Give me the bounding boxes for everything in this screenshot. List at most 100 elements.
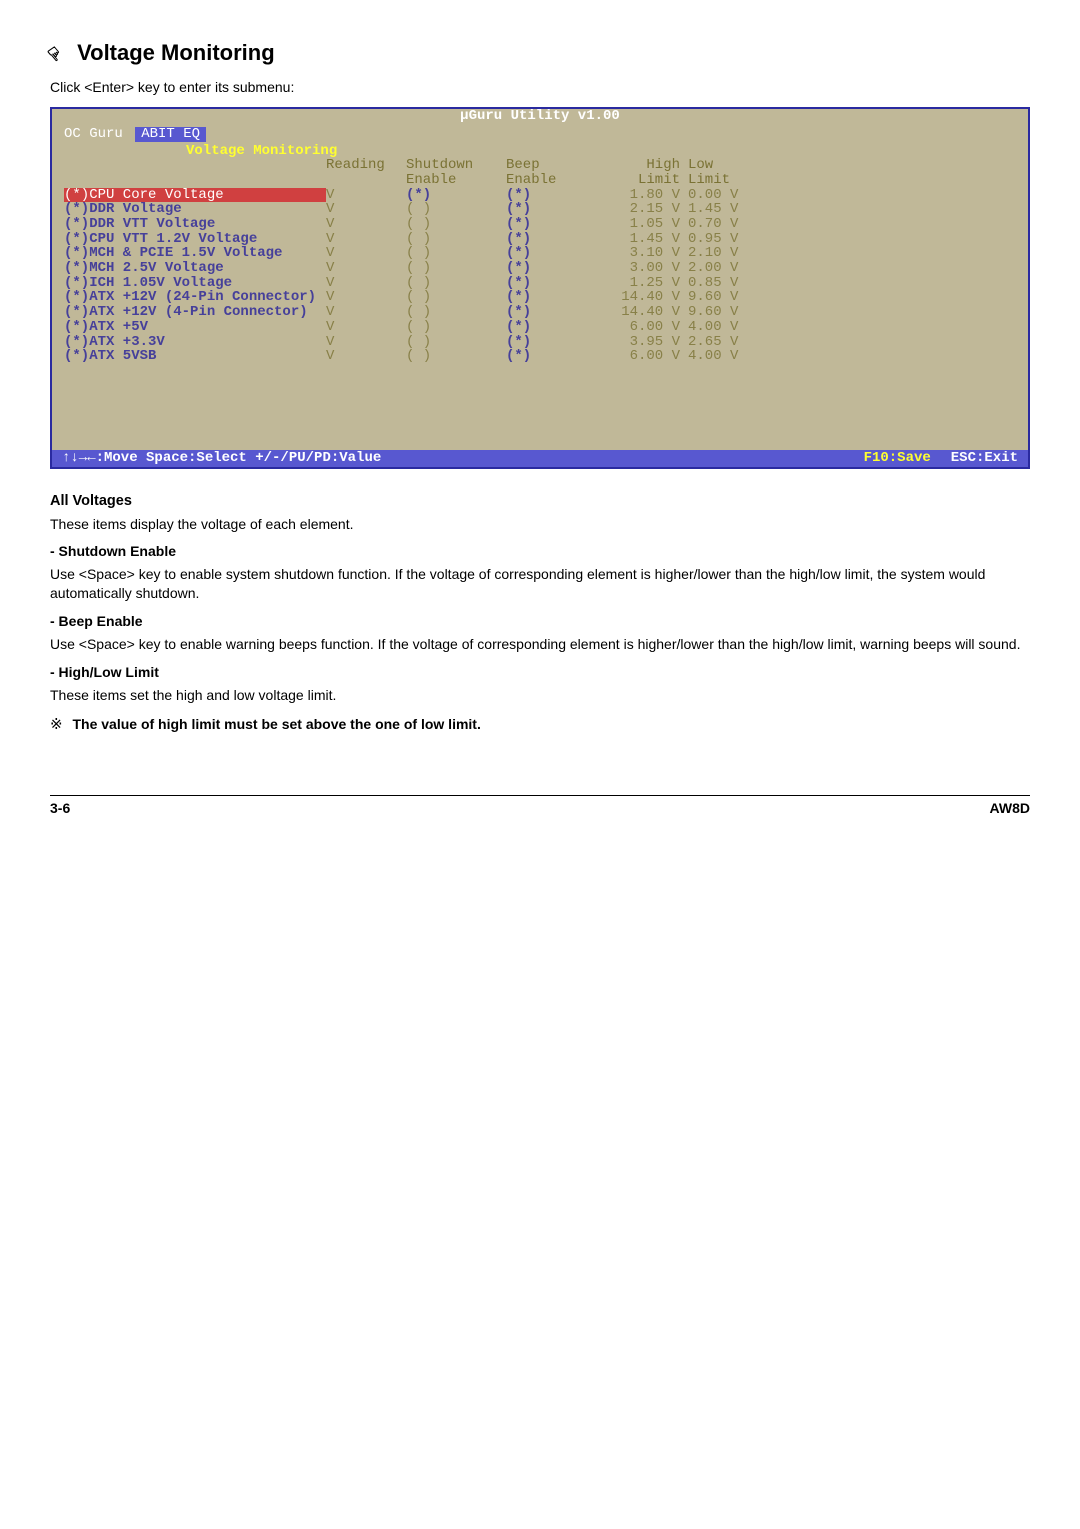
row-high-limit[interactable]: 3.10 V (596, 246, 688, 261)
row-name[interactable]: (*)DDR VTT Voltage (64, 217, 326, 232)
pointer-icon: ☟ (45, 43, 67, 66)
row-high-limit[interactable]: 1.05 V (596, 217, 688, 232)
row-name[interactable]: (*)ATX +3.3V (64, 335, 326, 350)
row-beep-enable[interactable]: (*) (506, 246, 596, 261)
row-low-limit[interactable]: 2.00 V (688, 261, 778, 276)
row-beep-enable[interactable]: (*) (506, 276, 596, 291)
row-shutdown-enable[interactable]: ( ) (406, 320, 506, 335)
row-low-limit[interactable]: 0.00 V (688, 188, 778, 203)
row-name[interactable]: (*)ICH 1.05V Voltage (64, 276, 326, 291)
row-name[interactable]: (*)DDR Voltage (64, 202, 326, 217)
row-high-limit[interactable]: 6.00 V (596, 320, 688, 335)
table-row[interactable]: (*)MCH & PCIE 1.5V VoltageV( )(*)3.10 V2… (64, 246, 1016, 261)
table-row[interactable]: (*)ATX +3.3VV( )(*)3.95 V2.65 V (64, 335, 1016, 350)
table-header-row: Reading Shutdown Beep High Low (64, 158, 1016, 173)
row-low-limit[interactable]: 0.95 V (688, 232, 778, 247)
row-low-limit[interactable]: 2.10 V (688, 246, 778, 261)
row-name[interactable]: (*)ATX +5V (64, 320, 326, 335)
row-beep-enable[interactable]: (*) (506, 202, 596, 217)
row-name[interactable]: (*)CPU VTT 1.2V Voltage (64, 232, 326, 247)
row-shutdown-enable[interactable]: ( ) (406, 335, 506, 350)
row-low-limit[interactable]: 2.65 V (688, 335, 778, 350)
footer-nav-hint: ↑↓→←:Move Space:Select +/-/PU/PD:Value (62, 451, 864, 466)
row-high-limit[interactable]: 1.80 V (596, 188, 688, 203)
table-row[interactable]: (*)ATX 5VSBV( )(*)6.00 V4.00 V (64, 349, 1016, 364)
row-beep-enable[interactable]: (*) (506, 305, 596, 320)
row-low-limit[interactable]: 0.70 V (688, 217, 778, 232)
table-row[interactable]: (*)ATX +12V (4-Pin Connector)V( )(*)14.4… (64, 305, 1016, 320)
row-beep-enable[interactable]: (*) (506, 217, 596, 232)
menu-oc-guru[interactable]: OC Guru (64, 127, 123, 142)
bios-title: µGuru Utility v1.00 (456, 109, 624, 124)
intro-text: Click <Enter> key to enter its submenu: (50, 78, 1030, 97)
row-low-limit[interactable]: 0.85 V (688, 276, 778, 291)
table-row[interactable]: (*)CPU Core VoltageV(*)(*)1.80 V0.00 V (64, 188, 1016, 203)
row-shutdown-enable[interactable]: (*) (406, 188, 506, 203)
row-shutdown-enable[interactable]: ( ) (406, 276, 506, 291)
row-low-limit[interactable]: 1.45 V (688, 202, 778, 217)
row-reading: V (326, 320, 406, 335)
shutdown-enable-heading: - Shutdown Enable (50, 543, 1030, 559)
table-row[interactable]: (*)MCH 2.5V VoltageV( )(*)3.00 V2.00 V (64, 261, 1016, 276)
table-row[interactable]: (*)ATX +12V (24-Pin Connector)V( )(*)14.… (64, 290, 1016, 305)
row-beep-enable[interactable]: (*) (506, 335, 596, 350)
footer-save-hint: F10:Save (864, 451, 931, 466)
row-beep-enable[interactable]: (*) (506, 188, 596, 203)
row-low-limit[interactable]: 9.60 V (688, 290, 778, 305)
beep-enable-heading: - Beep Enable (50, 613, 1030, 629)
row-low-limit[interactable]: 4.00 V (688, 320, 778, 335)
row-reading: V (326, 261, 406, 276)
row-shutdown-enable[interactable]: ( ) (406, 246, 506, 261)
col-high: High (596, 158, 688, 173)
row-high-limit[interactable]: 1.25 V (596, 276, 688, 291)
row-high-limit[interactable]: 1.45 V (596, 232, 688, 247)
row-low-limit[interactable]: 4.00 V (688, 349, 778, 364)
row-high-limit[interactable]: 3.95 V (596, 335, 688, 350)
row-beep-enable[interactable]: (*) (506, 320, 596, 335)
table-row[interactable]: (*)DDR VoltageV( )(*)2.15 V1.45 V (64, 202, 1016, 217)
bios-section-title: Voltage Monitoring (52, 144, 1028, 159)
row-reading: V (326, 290, 406, 305)
row-high-limit[interactable]: 6.00 V (596, 349, 688, 364)
col-reading: Reading (326, 158, 406, 173)
row-shutdown-enable[interactable]: ( ) (406, 232, 506, 247)
row-beep-enable[interactable]: (*) (506, 290, 596, 305)
voltage-table: Reading Shutdown Beep High Low Enable En… (52, 158, 1028, 450)
row-reading: V (326, 276, 406, 291)
row-shutdown-enable[interactable]: ( ) (406, 217, 506, 232)
row-beep-enable[interactable]: (*) (506, 261, 596, 276)
row-name[interactable]: (*)MCH 2.5V Voltage (64, 261, 326, 276)
high-low-limit-heading: - High/Low Limit (50, 664, 1030, 680)
menu-abit-eq[interactable]: ABIT EQ (135, 127, 206, 142)
row-name[interactable]: (*)ATX 5VSB (64, 349, 326, 364)
note-text: The value of high limit must be set abov… (72, 716, 480, 732)
row-beep-enable[interactable]: (*) (506, 232, 596, 247)
table-row[interactable]: (*)CPU VTT 1.2V VoltageV( )(*)1.45 V0.95… (64, 232, 1016, 247)
row-name[interactable]: (*)CPU Core Voltage (64, 188, 326, 203)
row-name[interactable]: (*)MCH & PCIE 1.5V Voltage (64, 246, 326, 261)
row-name[interactable]: (*)ATX +12V (4-Pin Connector) (64, 305, 326, 320)
table-row[interactable]: (*)DDR VTT VoltageV( )(*)1.05 V0.70 V (64, 217, 1016, 232)
row-shutdown-enable[interactable]: ( ) (406, 305, 506, 320)
heading-text: Voltage Monitoring (77, 40, 275, 65)
table-row[interactable]: (*)ICH 1.05V VoltageV( )(*)1.25 V0.85 V (64, 276, 1016, 291)
row-shutdown-enable[interactable]: ( ) (406, 290, 506, 305)
row-shutdown-enable[interactable]: ( ) (406, 349, 506, 364)
col-low: Low (688, 158, 778, 173)
row-name[interactable]: (*)ATX +12V (24-Pin Connector) (64, 290, 326, 305)
row-low-limit[interactable]: 9.60 V (688, 305, 778, 320)
row-reading: V (326, 232, 406, 247)
note-line: ※ The value of high limit must be set ab… (50, 715, 1030, 735)
row-shutdown-enable[interactable]: ( ) (406, 202, 506, 217)
footer-exit-hint: ESC:Exit (951, 451, 1018, 466)
table-row[interactable]: (*)ATX +5VV( )(*)6.00 V4.00 V (64, 320, 1016, 335)
row-reading: V (326, 305, 406, 320)
row-high-limit[interactable]: 3.00 V (596, 261, 688, 276)
bios-window: µGuru Utility v1.00 OC Guru ABIT EQ Volt… (50, 107, 1030, 469)
row-high-limit[interactable]: 14.40 V (596, 290, 688, 305)
row-high-limit[interactable]: 2.15 V (596, 202, 688, 217)
row-beep-enable[interactable]: (*) (506, 349, 596, 364)
row-high-limit[interactable]: 14.40 V (596, 305, 688, 320)
row-shutdown-enable[interactable]: ( ) (406, 261, 506, 276)
model-name: AW8D (990, 800, 1030, 816)
